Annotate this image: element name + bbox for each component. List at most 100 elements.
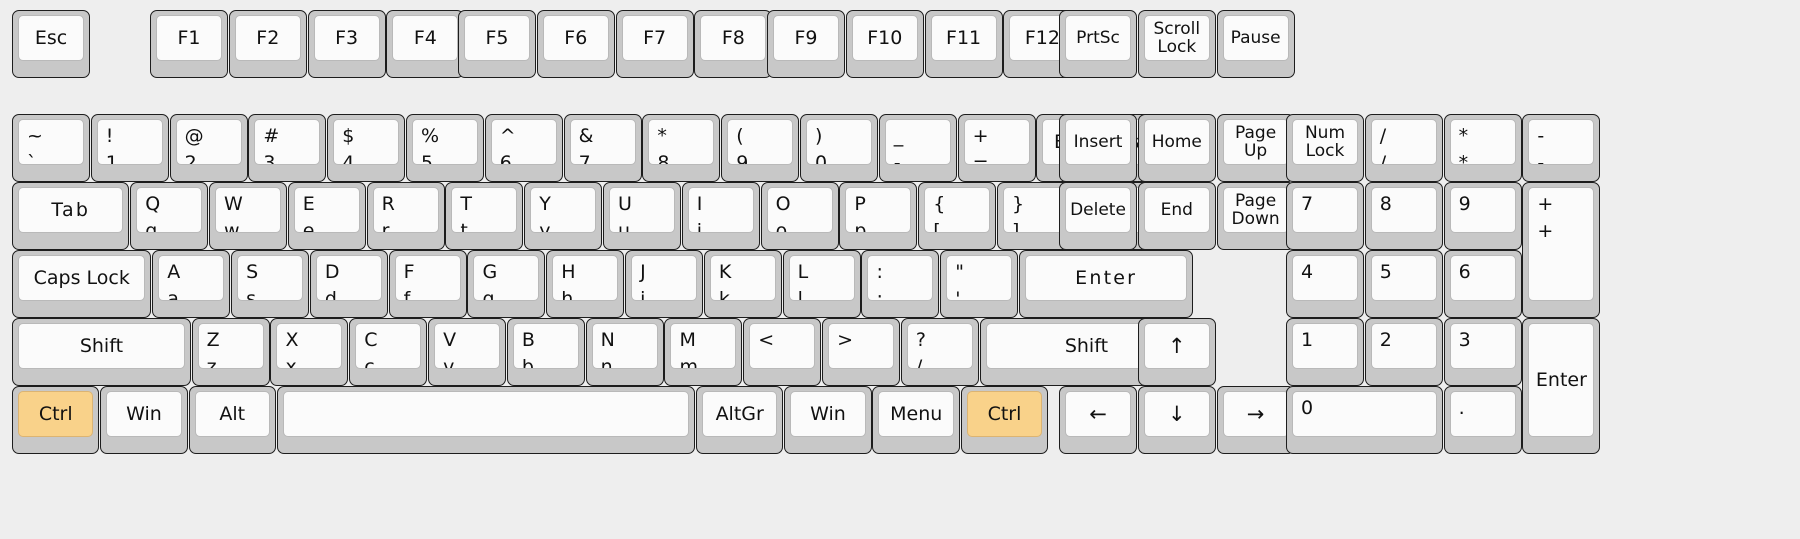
key-f10[interactable]: F10 [845,10,924,78]
key-numpad-enter[interactable]: Enter [1522,318,1601,454]
key-c[interactable]: Cc [349,318,428,386]
key-t[interactable]: Tt [445,182,524,250]
key-f8[interactable]: F8 [694,10,773,78]
key-menu[interactable]: Menu [872,386,960,454]
key-legend-base: e [302,220,315,233]
key-prtsc[interactable]: PrtSc [1059,10,1137,78]
key-g[interactable]: Gg [467,250,546,318]
key-arrow-left[interactable]: ← [1059,386,1137,454]
key-a[interactable]: Aa [152,250,231,318]
key-numpad-multiply[interactable]: * * [1443,114,1522,182]
key-sym-h10[interactable]: " ' [940,250,1019,318]
key-num-backtick[interactable]: ~ ` [12,114,90,182]
key-numpad-8[interactable]: 8 [1364,182,1443,250]
key-e[interactable]: Ee [287,182,366,250]
key-w[interactable]: Ww [209,182,287,250]
key-page-down[interactable]: Page Down [1216,182,1295,250]
key-home[interactable]: Home [1137,114,1216,182]
key-num-6[interactable]: ^ 6 [484,114,563,182]
key-j[interactable]: Jj [625,250,704,318]
key-end[interactable]: End [1137,182,1216,250]
key-f2[interactable]: F2 [228,10,307,78]
key-h[interactable]: Hh [546,250,625,318]
key-left-alt[interactable]: Alt [188,386,276,454]
key-numpad-2[interactable]: 2 [1364,318,1443,386]
key-num-lock[interactable]: Num Lock [1286,114,1364,182]
key-numpad-0[interactable]: 0 [1286,386,1443,454]
key-k[interactable]: Kk [703,250,782,318]
key-space[interactable] [276,386,696,454]
key-num-=[interactable]: + = [957,114,1036,182]
key-numpad-9[interactable]: 9 [1443,182,1522,250]
key-numpad-4[interactable]: 4 [1286,250,1364,318]
key-d[interactable]: Dd [309,250,388,318]
key-pause[interactable]: Pause [1216,10,1295,78]
key-f9[interactable]: F9 [767,10,845,78]
key-num--[interactable]: _ - [878,114,957,182]
key-f1[interactable]: F1 [150,10,228,78]
key-f3[interactable]: F3 [307,10,386,78]
key-right-win[interactable]: Win [784,386,872,454]
key-sym-10[interactable]: {[ [918,182,997,250]
key-numpad-decimal[interactable]: . [1443,386,1522,454]
key-r[interactable]: Rr [366,182,445,250]
key-num-1[interactable]: ! 1 [90,114,169,182]
key-num-3[interactable]: #3 [248,114,327,182]
key-x[interactable]: Xx [270,318,349,386]
key-right-ctrl[interactable]: Ctrl [960,386,1049,454]
key-caps-lock[interactable]: Caps Lock [12,250,152,318]
key-f7[interactable]: F7 [615,10,694,78]
key-numpad-5[interactable]: 5 [1364,250,1443,318]
key-u[interactable]: Uu [603,182,681,250]
key-z[interactable]: Zz [191,318,270,386]
key-delete[interactable]: Delete [1059,182,1137,250]
key-num-9[interactable]: (9 [721,114,800,182]
key-altgr[interactable]: AltGr [695,386,784,454]
key-numpad-subtract[interactable]: -- [1522,114,1601,182]
key-f[interactable]: Ff [388,250,467,318]
key-i[interactable]: Ii [681,182,760,250]
key-f4[interactable]: F4 [386,10,465,78]
key-num-8[interactable]: * 8 [642,114,721,182]
key-sym-s9[interactable]: ? / [900,318,979,386]
key-escape[interactable]: Esc [12,10,90,78]
key-sym-h9[interactable]: :; [861,250,940,318]
key-numpad-7[interactable]: 7 [1286,182,1364,250]
key-f11[interactable]: F11 [924,10,1003,78]
key-left-shift[interactable]: Shift [12,318,191,386]
key-num-2[interactable]: @2 [169,114,248,182]
key-b[interactable]: Bb [506,318,585,386]
key-f6[interactable]: F6 [536,10,615,78]
key-page-up[interactable]: Page Up [1216,114,1295,182]
key-v[interactable]: Vv [428,318,507,386]
key-m[interactable]: Mm [664,318,743,386]
key-arrow-down[interactable]: ↓ [1137,386,1216,454]
key-num-7[interactable]: & 7 [563,114,642,182]
key-y[interactable]: Yy [524,182,603,250]
key-q[interactable]: Qq [130,182,209,250]
key-numpad-1[interactable]: 1 [1286,318,1364,386]
key-n[interactable]: Nn [585,318,664,386]
key-s[interactable]: Ss [231,250,310,318]
key-numpad-3[interactable]: 3 [1443,318,1522,386]
key-scroll-lock[interactable]: Scroll Lock [1137,10,1216,78]
key-sym-s8[interactable]: >. [822,318,901,386]
key-left-ctrl[interactable]: Ctrl [12,386,100,454]
key-insert[interactable]: Insert [1059,114,1137,182]
key-arrow-right[interactable]: → [1216,386,1295,454]
key-p[interactable]: Pp [839,182,918,250]
key-o[interactable]: Oo [760,182,839,250]
key-num-4[interactable]: $4 [327,114,406,182]
key-sym-s7[interactable]: <, [743,318,822,386]
key-numpad-6[interactable]: 6 [1443,250,1522,318]
key-arrow-up[interactable]: ↑ [1137,318,1216,386]
key-num-5[interactable]: % 5 [406,114,484,182]
key-num-0[interactable]: ) 0 [800,114,878,182]
key-numpad-divide[interactable]: / / [1364,114,1443,182]
key-left-win[interactable]: Win [100,386,188,454]
key-f5[interactable]: F5 [458,10,536,78]
key-enter[interactable]: Enter [1019,250,1194,318]
key-l[interactable]: Ll [782,250,861,318]
key-tab[interactable]: Tab [12,182,130,250]
key-numpad-add[interactable]: + + [1522,182,1601,318]
